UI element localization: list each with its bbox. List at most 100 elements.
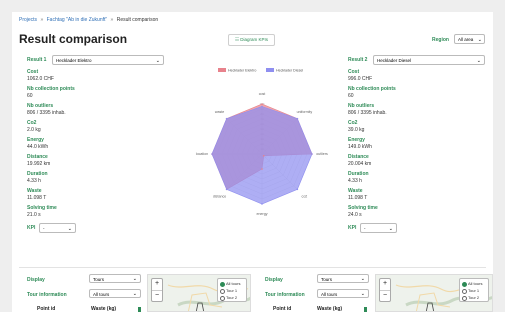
tour-information-select-value: All tours: [321, 292, 338, 297]
metric-value: 4.33 h: [348, 178, 362, 184]
metric-value: 4.33 h: [27, 178, 41, 184]
tour-map[interactable]: + − All tours Tour 1 Tour 2: [375, 274, 493, 312]
display-select[interactable]: Tours ⌄: [89, 274, 141, 283]
tour-information-label: Tour information: [27, 292, 67, 298]
result-2-column: Result 2 Hecklader Diesel ⌄ Cost 996.0 CH…: [348, 55, 488, 233]
metric-value: 21.0 s: [27, 212, 41, 218]
tour-information-select[interactable]: All tours ⌄: [89, 289, 141, 298]
region-select-value: All area: [458, 37, 474, 42]
data-point: [211, 153, 213, 155]
metric-value: 11.098 T: [27, 195, 47, 201]
radar-chart: Hecklader Elektro Hecklader Diesel cost uni…: [196, 68, 328, 216]
result-1-select-value: Hecklader Elektro: [56, 58, 92, 63]
column-header-point-id[interactable]: Point id: [273, 306, 291, 312]
metric-waste: Waste 11.098 T: [27, 188, 167, 202]
data-point: [296, 188, 299, 191]
breadcrumb-project[interactable]: Fachtag "Ab in die Zukunft": [47, 17, 108, 23]
tour-option-2[interactable]: Tour 2: [220, 294, 244, 301]
metric-label: Energy: [27, 137, 44, 143]
display-select[interactable]: Tours ⌄: [317, 274, 369, 283]
metric-energy: Energy 149.0 kWh: [348, 137, 488, 151]
kpi-select[interactable]: - ⌄: [39, 223, 76, 233]
radio-icon: [220, 295, 225, 301]
metric-solving-time: Solving time 21.0 s: [27, 205, 167, 219]
column-header-waste[interactable]: Waste (kg): [91, 306, 116, 312]
metric-label: Solving time: [27, 205, 57, 211]
metric-cost: Cost 996.0 CHF: [348, 69, 488, 83]
legend-swatch: [218, 68, 226, 72]
data-point: [311, 153, 313, 155]
tour-map[interactable]: + − All tours Tour 1 Tour 2: [147, 274, 251, 312]
metric-label: Nb collection points: [27, 86, 75, 92]
result-1-column: Result 1 Hecklader Elektro ⌄ Cost 1062.0 …: [27, 55, 167, 233]
metric-value: 39.0 kg: [348, 127, 365, 133]
result-2-select[interactable]: Hecklader Diesel ⌄: [373, 55, 485, 65]
metric-distance: Distance 19.992 km: [27, 154, 167, 168]
region-select[interactable]: All area ⌄: [454, 34, 485, 44]
breadcrumb-current: Result comparison: [116, 17, 159, 23]
metric-label: Nb outliers: [348, 103, 375, 109]
metric-value: 996.0 CHF: [348, 76, 373, 82]
axis-label: energy: [257, 212, 268, 216]
metric-label: Waste: [348, 188, 363, 194]
axis-label: location: [196, 152, 208, 156]
tour-option-1[interactable]: Tour 1: [462, 287, 486, 294]
zoom-out-button[interactable]: −: [380, 290, 390, 302]
tour-selector: All tours Tour 1 Tour 2: [217, 278, 247, 302]
data-point: [261, 203, 263, 205]
map-zoom-control: + −: [379, 278, 391, 302]
display-select-value: Tours: [93, 277, 105, 282]
chevron-down-icon: ⌄: [155, 58, 160, 64]
column-marker: [364, 307, 367, 312]
metric-value: 24.0 s: [348, 212, 362, 218]
metric-value: 11.098 T: [348, 195, 368, 201]
metric-value: 806 / 3395 inhab.: [27, 110, 66, 116]
tour-information-select[interactable]: All tours ⌄: [317, 289, 369, 298]
zoom-in-button[interactable]: +: [152, 279, 162, 290]
metric-energy: Energy 44.0 kWh: [27, 137, 167, 151]
chevron-down-icon: ⌄: [476, 58, 481, 64]
result-1-select[interactable]: Hecklader Elektro ⌄: [52, 55, 164, 65]
diagram-kpis-button[interactable]: ☷ Diagram KPIs: [228, 34, 276, 46]
tour-option-all[interactable]: All tours: [462, 280, 486, 287]
breadcrumb-projects[interactable]: Projects: [19, 17, 37, 23]
tour-information-label: Tour information: [265, 292, 305, 298]
metric-label: Nb collection points: [348, 86, 396, 92]
axis-label: waste: [215, 110, 224, 114]
display-label: Display: [265, 277, 283, 283]
tour-option-1[interactable]: Tour 1: [220, 287, 244, 294]
page-title: Result comparison: [19, 32, 128, 46]
metric-value: 44.0 kWh: [27, 144, 49, 150]
tour-option-all[interactable]: All tours: [220, 280, 244, 287]
zoom-in-button[interactable]: +: [380, 279, 390, 290]
data-point: [296, 117, 299, 120]
chevron-down-icon: ⌄: [132, 291, 137, 297]
kpi-select[interactable]: - ⌄: [360, 223, 397, 233]
metric-label: Co2: [27, 120, 37, 126]
radio-icon: [462, 295, 467, 301]
metric-label: Duration: [348, 171, 369, 177]
metric-label: Waste: [27, 188, 42, 194]
metric-solving-time: Solving time 24.0 s: [348, 205, 488, 219]
chevron-down-icon: ⌄: [388, 226, 393, 232]
metric-label: Distance: [27, 154, 48, 160]
column-header-waste[interactable]: Waste (kg): [317, 306, 342, 312]
data-point: [261, 103, 263, 105]
result-2-label: Result 2: [348, 57, 368, 63]
display-select-value: Tours: [321, 277, 333, 282]
kpi-select-value: -: [43, 226, 45, 231]
metric-collection-points: Nb collection points 60: [27, 86, 167, 100]
zoom-out-button[interactable]: −: [152, 290, 162, 302]
legend-label: Hecklader Diesel: [276, 69, 303, 73]
tour-option-2[interactable]: Tour 2: [462, 294, 486, 301]
result-2-select-value: Hecklader Diesel: [377, 58, 412, 63]
axis-label: co2: [302, 195, 308, 199]
axis-label: cost: [259, 92, 266, 96]
column-header-point-id[interactable]: Point id: [37, 306, 55, 312]
radio-icon: [220, 281, 225, 287]
tour-panel-2: Display Tours ⌄ Tour information All tou…: [261, 274, 493, 312]
chevron-down-icon: ⌄: [477, 37, 482, 43]
metric-collection-points: Nb collection points 60: [348, 86, 488, 100]
kpi-label: KPI: [348, 225, 357, 231]
data-point: [225, 188, 228, 191]
